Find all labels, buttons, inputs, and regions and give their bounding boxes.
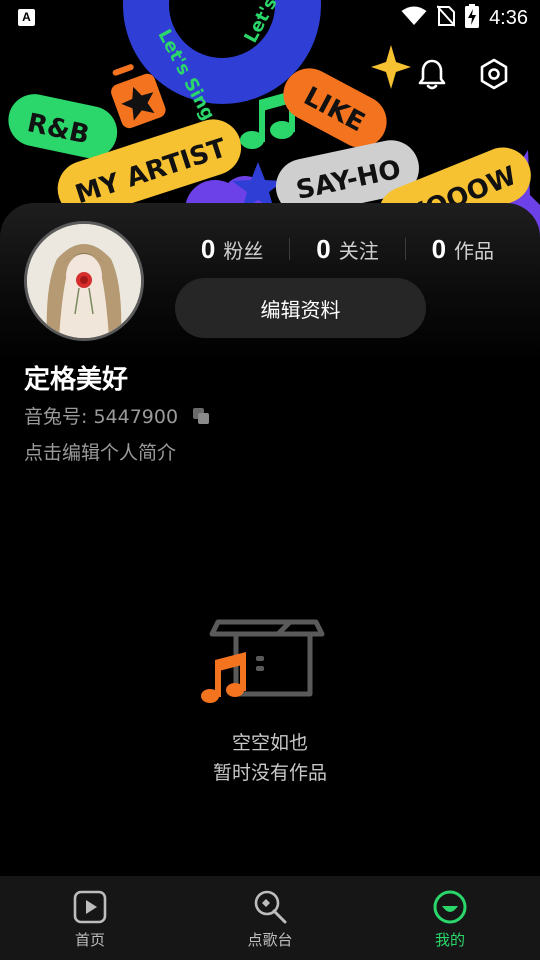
stat-fans[interactable]: 0 粉丝 (175, 234, 289, 265)
nav-item-me[interactable]: 我的 (360, 876, 540, 960)
status-bar: A 4:36 (0, 0, 540, 36)
status-icons: 4:36 (401, 4, 528, 32)
user-id-row: 音兔号: 5447900 (24, 402, 210, 429)
stat-works-label: 作品 (454, 238, 495, 263)
empty-state-title: 空空如也 (231, 732, 308, 754)
empty-state-subtitle: 暂时没有作品 (212, 762, 327, 784)
nav-label-home: 首页 (74, 931, 105, 949)
profile-card: 0 粉丝 0 关注 0 作品 编辑资料 定格美好 音兔号: 5447900 点击… (0, 203, 540, 923)
settings-hexagon-icon[interactable] (478, 58, 510, 90)
status-time: 4:36 (489, 6, 528, 29)
play-square-icon (72, 889, 108, 925)
stat-works[interactable]: 0 作品 (406, 234, 520, 265)
nav-item-song-request[interactable]: 点歌台 (180, 876, 360, 960)
nav-label-song-request: 点歌台 (247, 931, 293, 949)
nav-label-me: 我的 (434, 931, 465, 949)
no-sim-icon (436, 5, 456, 31)
top-actions (416, 58, 510, 90)
nav-item-home[interactable]: 首页 (0, 876, 180, 960)
bottom-nav: 首页 点歌台 我的 (0, 876, 540, 960)
copy-icon[interactable] (192, 407, 210, 425)
stat-following-count: 0 (316, 233, 331, 264)
empty-box-icon (198, 610, 328, 710)
avatar[interactable] (24, 221, 144, 341)
notification-bell-icon[interactable] (416, 58, 448, 90)
avatar-illustration (27, 224, 141, 338)
stat-following-label: 关注 (338, 238, 379, 263)
stat-fans-count: 0 (200, 233, 216, 264)
battery-charging-icon (465, 4, 480, 32)
microphone-icon (252, 889, 288, 925)
app-indicator-icon: A (18, 9, 35, 26)
profile-stats: 0 粉丝 0 关注 0 作品 (175, 229, 520, 269)
nickname: 定格美好 (24, 365, 129, 395)
stat-following[interactable]: 0 关注 (290, 234, 404, 265)
user-id-label: 音兔号: 5447900 (24, 406, 179, 428)
stat-fans-label: 粉丝 (223, 238, 264, 263)
edit-profile-button[interactable]: 编辑资料 (175, 278, 426, 338)
bio-placeholder[interactable]: 点击编辑个人简介 (24, 438, 176, 465)
wifi-icon (401, 6, 427, 30)
smile-face-icon (432, 889, 468, 925)
stat-works-count: 0 (431, 233, 447, 264)
profile-screen: Let's Sing Let's Sing R&B MY ARTIST (0, 0, 540, 960)
